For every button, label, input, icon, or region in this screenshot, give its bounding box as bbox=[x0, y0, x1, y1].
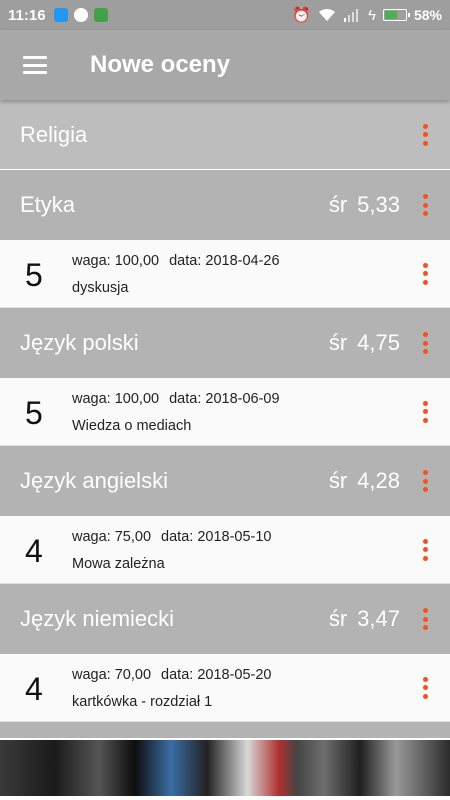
subject-name: Język polski bbox=[20, 330, 139, 355]
more-options-icon[interactable] bbox=[420, 676, 430, 699]
grades-list[interactable]: Religia Etyka śr 5,33 5 waga: 100,00 data:… bbox=[0, 100, 450, 738]
subject-average: śr 3,47 bbox=[328, 606, 400, 631]
grade-value: 5 bbox=[25, 395, 43, 431]
ad-image[interactable] bbox=[0, 740, 450, 796]
app-bar: Nowe oceny bbox=[0, 30, 450, 100]
subject-header[interactable] bbox=[0, 722, 450, 738]
wifi-icon bbox=[319, 8, 336, 21]
more-options-icon[interactable] bbox=[420, 470, 430, 492]
grade-description: kartkówka - rozdział 1 bbox=[72, 694, 213, 710]
grade-value: 4 bbox=[25, 533, 43, 569]
grade-row[interactable]: 5 waga: 100,00 data: 2018-04-26 dyskusja bbox=[0, 240, 450, 308]
more-options-icon[interactable] bbox=[420, 194, 430, 216]
grade-meta: waga: 75,00 data: 2018-05-10 bbox=[72, 529, 272, 545]
subject-header[interactable]: Religia bbox=[0, 100, 450, 170]
subject-name: Język angielski bbox=[20, 468, 168, 493]
alarm-icon: ⏰ bbox=[292, 7, 312, 24]
subject-name: Religia bbox=[20, 121, 88, 147]
subject-name: Etyka bbox=[20, 192, 76, 217]
more-options-icon[interactable] bbox=[420, 123, 430, 146]
grade-value: 5 bbox=[25, 257, 43, 293]
grade-row[interactable]: 4 waga: 70,00 data: 2018-05-20 kartkówka … bbox=[0, 654, 450, 722]
subject-header[interactable]: Język angielski śr 4,28 bbox=[0, 446, 450, 516]
status-time: 11:16 bbox=[8, 6, 46, 24]
subject-header[interactable]: Etyka śr 5,33 bbox=[0, 170, 450, 240]
more-options-icon[interactable] bbox=[420, 400, 430, 423]
android-icon bbox=[93, 8, 108, 22]
sync-icon bbox=[73, 8, 88, 22]
battery-icon bbox=[382, 9, 410, 21]
more-options-icon[interactable] bbox=[420, 262, 430, 285]
ad-banner[interactable] bbox=[0, 738, 450, 800]
status-right: ⏰ ϟ 58% bbox=[292, 6, 442, 25]
more-options-icon[interactable] bbox=[420, 608, 430, 630]
more-options-icon[interactable] bbox=[420, 332, 430, 354]
grade-value: 4 bbox=[25, 671, 43, 707]
grade-description: Mowa zależna bbox=[72, 556, 165, 572]
vpn-icon bbox=[53, 8, 68, 22]
charging-icon: ϟ bbox=[368, 6, 376, 24]
more-options-icon[interactable] bbox=[420, 538, 430, 561]
subject-header[interactable]: Język niemiecki śr 3,47 bbox=[0, 584, 450, 654]
grade-meta: waga: 100,00 data: 2018-04-26 bbox=[72, 253, 280, 269]
subject-name: Język niemiecki bbox=[20, 606, 175, 631]
menu-icon[interactable] bbox=[23, 56, 47, 74]
status-bar: 11:16 ⏰ ϟ 58% bbox=[0, 0, 450, 30]
grade-row[interactable]: 5 waga: 100,00 data: 2018-06-09 Wiedza o … bbox=[0, 378, 450, 446]
subject-header[interactable]: Język polski śr 4,75 bbox=[0, 308, 450, 378]
grade-meta: waga: 100,00 data: 2018-06-09 bbox=[72, 391, 280, 407]
grade-description: dyskusja bbox=[72, 280, 129, 296]
grade-row[interactable]: 4 waga: 75,00 data: 2018-05-10 Mowa zależ… bbox=[0, 516, 450, 584]
page-title: Nowe oceny bbox=[90, 51, 231, 78]
subject-average: śr 4,28 bbox=[328, 468, 400, 493]
grade-description: Wiedza o mediach bbox=[72, 418, 192, 434]
battery-percent: 58% bbox=[413, 7, 442, 23]
subject-average: śr 5,33 bbox=[328, 192, 400, 217]
subject-average: śr 4,75 bbox=[328, 330, 400, 355]
grade-meta: waga: 70,00 data: 2018-05-20 bbox=[72, 667, 272, 683]
signal-icon bbox=[344, 9, 359, 22]
